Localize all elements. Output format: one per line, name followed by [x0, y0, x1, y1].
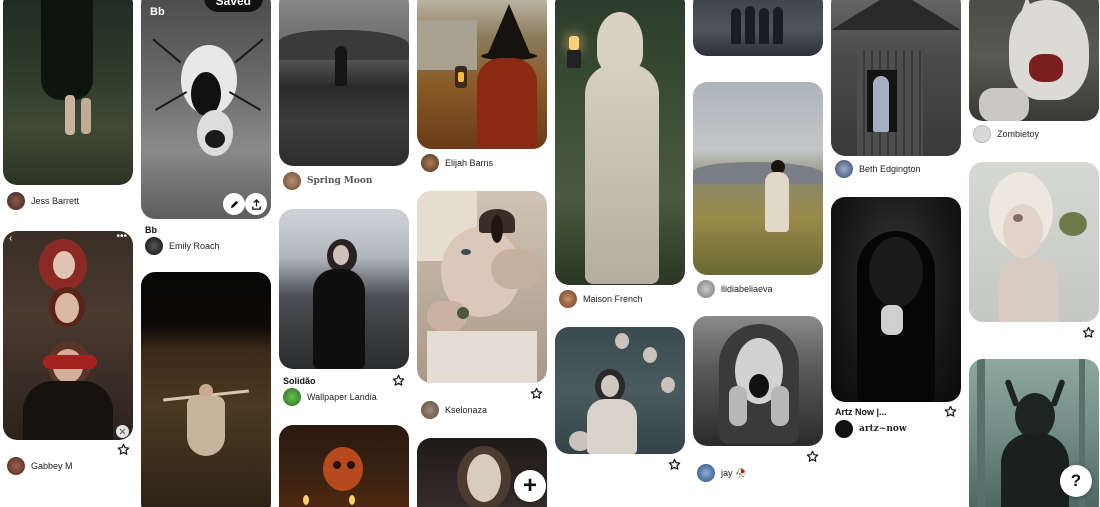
share-icon[interactable]: [245, 193, 267, 215]
avatar: [973, 125, 991, 143]
pin-author[interactable]: Zombietoy: [973, 125, 1039, 143]
avatar: [835, 420, 853, 438]
pin-author[interactable]: Gabbey M: [7, 457, 73, 475]
board-label: Bb: [150, 6, 165, 18]
author-name: Zombietoy: [997, 129, 1040, 139]
avatar: [835, 160, 853, 178]
save-star-icon[interactable]: [668, 458, 681, 471]
pin-author[interactable]: Elijah Barns: [421, 154, 493, 172]
avatar: [421, 154, 439, 172]
avatar: [421, 401, 439, 419]
pin-image-moth-faces[interactable]: [417, 191, 547, 383]
avatar: [697, 280, 715, 298]
save-star-icon[interactable]: [117, 443, 130, 456]
author-name: Gabbey M: [31, 461, 73, 471]
avatar: [283, 388, 301, 406]
save-star-icon[interactable]: [1082, 326, 1095, 339]
help-button[interactable]: ?: [1060, 465, 1092, 497]
author-name: Emily Roach: [169, 241, 220, 251]
pin-image-three-women[interactable]: ‹ •••: [3, 231, 133, 440]
pin-image-hooded-mask[interactable]: [693, 316, 823, 446]
pin-image-white-wolf[interactable]: [969, 0, 1099, 121]
author-name: Elijah Barns: [445, 158, 494, 168]
save-star-icon[interactable]: [806, 450, 819, 463]
pin-author[interactable]: Jess Barrett: [7, 192, 79, 210]
author-name: Wallpaper Landia: [307, 392, 377, 402]
pin-image-veiled-lantern[interactable]: [555, 0, 685, 285]
pin-image-frog-mouth[interactable]: [969, 162, 1099, 322]
pin-image-running-field[interactable]: [693, 82, 823, 275]
author-name: jay 🥀: [721, 467, 747, 478]
save-star-icon[interactable]: [944, 405, 957, 418]
save-star-icon[interactable]: [530, 387, 543, 400]
pin-author[interactable]: Emily Roach: [145, 237, 220, 255]
pin-image-candle-skull[interactable]: [279, 425, 409, 507]
pin-author[interactable]: Maison French: [559, 290, 643, 308]
pin-title[interactable]: Artz Now |...: [835, 407, 887, 417]
plus-icon: +: [522, 472, 537, 499]
avatar: [697, 464, 715, 482]
help-icon: ?: [1070, 471, 1082, 490]
pin-image-shed[interactable]: [831, 0, 961, 156]
pin-author[interactable]: jay 🥀: [697, 464, 746, 482]
avatar: [7, 192, 25, 210]
pin-author[interactable]: Spring Moon: [283, 172, 372, 190]
pin-image-witch-hat[interactable]: [417, 0, 547, 149]
pin-author[interactable]: Kselonaza: [421, 401, 487, 419]
edit-pencil-icon[interactable]: [223, 193, 245, 215]
avatar: [559, 290, 577, 308]
author-name: artz~now: [859, 424, 907, 434]
save-star-icon[interactable]: [392, 374, 405, 387]
avatar: [283, 172, 301, 190]
author-name: Spring Moon: [307, 176, 373, 186]
close-icon[interactable]: [116, 425, 129, 438]
author-name: Kselonaza: [445, 405, 488, 415]
avatar: [7, 457, 25, 475]
pin-author[interactable]: Wallpaper Landia: [283, 388, 377, 406]
pin-image-forest-floor[interactable]: [141, 272, 271, 507]
pin-image-veiled-figure[interactable]: [831, 197, 961, 402]
back-arrow-icon[interactable]: ‹: [9, 233, 12, 244]
author-name: Maison French: [583, 294, 643, 304]
author-name: Beth Edgington: [859, 164, 921, 174]
pin-image-skull-wall[interactable]: [555, 327, 685, 454]
pin-grid: Jess Barrett ‹ ••• Gabbey M Bb Saved Bb …: [0, 0, 1100, 507]
author-name: Jess Barrett: [31, 196, 80, 206]
author-name: llidiabeliaeva: [721, 284, 773, 294]
avatar: [145, 237, 163, 255]
pin-image-spider[interactable]: Bb Saved: [141, 0, 271, 219]
pin-title[interactable]: Solidão: [283, 376, 316, 386]
add-pin-button[interactable]: +: [514, 470, 546, 502]
pin-title[interactable]: Bb: [145, 225, 157, 235]
pin-author[interactable]: Beth Edgington: [835, 160, 921, 178]
pin-image-foggy-field[interactable]: [279, 0, 409, 166]
pin-author[interactable]: llidiabeliaeva: [697, 280, 773, 298]
pin-image-barefoot[interactable]: [3, 0, 133, 185]
saved-button[interactable]: Saved: [203, 0, 263, 12]
pin-image-solidao[interactable]: [279, 209, 409, 369]
pin-image-standing-figures[interactable]: [693, 0, 823, 56]
more-options-icon[interactable]: •••: [116, 231, 127, 242]
pin-author[interactable]: artz~now: [835, 420, 907, 438]
